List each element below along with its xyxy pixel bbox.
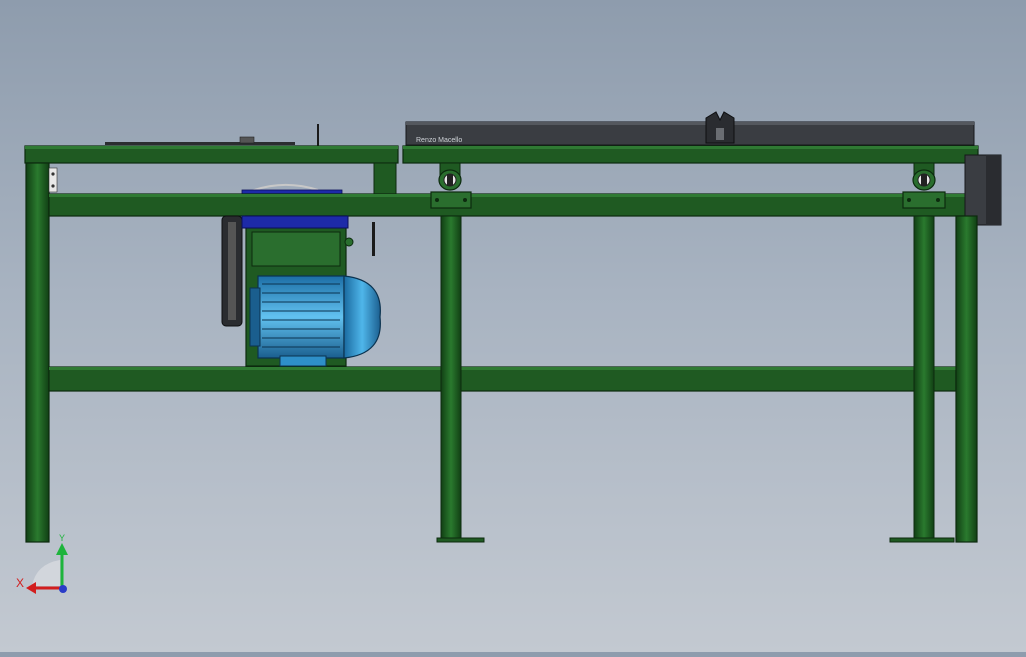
left-outer-leg — [25, 162, 50, 543]
motor-assembly[interactable] — [221, 215, 381, 367]
motor-rod — [372, 222, 375, 256]
right-outer-leg — [955, 215, 978, 543]
motor-foot — [279, 355, 327, 367]
end-stop-side — [986, 155, 1001, 225]
right-table-highlight — [403, 146, 978, 149]
upper-crossbeam — [48, 193, 978, 217]
bearing-housing-right — [902, 162, 946, 209]
rail-highlight — [406, 122, 974, 125]
sliding-rail — [405, 121, 975, 146]
z-axis-dot — [59, 585, 67, 593]
left-table-post — [373, 162, 397, 196]
riving-knife — [317, 124, 319, 146]
bolt — [51, 184, 55, 188]
left-bracket — [48, 167, 58, 193]
saw-arbor-nut — [239, 136, 255, 144]
mount-knob — [344, 237, 354, 247]
motor-end-bell — [249, 287, 261, 347]
x-axis-label: X — [16, 576, 24, 590]
cad-viewport[interactable]: Renzo Macello X Y — [0, 0, 1026, 652]
lower-crossbeam-highlight — [49, 367, 956, 370]
mount-block — [251, 231, 341, 267]
x-arrow-head — [26, 582, 36, 594]
triad-plane — [32, 560, 60, 586]
electric-motor — [257, 275, 345, 359]
rail-brand-label: Renzo Macello — [416, 137, 462, 144]
bolt — [51, 172, 55, 176]
motor-fan-cover — [343, 275, 381, 359]
y-axis-label: Y — [59, 533, 65, 543]
blue-bracket — [241, 215, 349, 229]
belt-inner — [228, 222, 236, 320]
saw-table-plate — [105, 142, 295, 145]
lower-crossbeam — [48, 366, 957, 392]
bearing-housing-left — [430, 162, 472, 209]
left-table-top-highlight — [25, 146, 398, 149]
upper-crossbeam-highlight — [49, 194, 977, 197]
y-arrow-head — [56, 543, 68, 555]
model-view[interactable]: Renzo Macello X Y — [0, 0, 1026, 652]
clamp-screw — [716, 128, 724, 140]
